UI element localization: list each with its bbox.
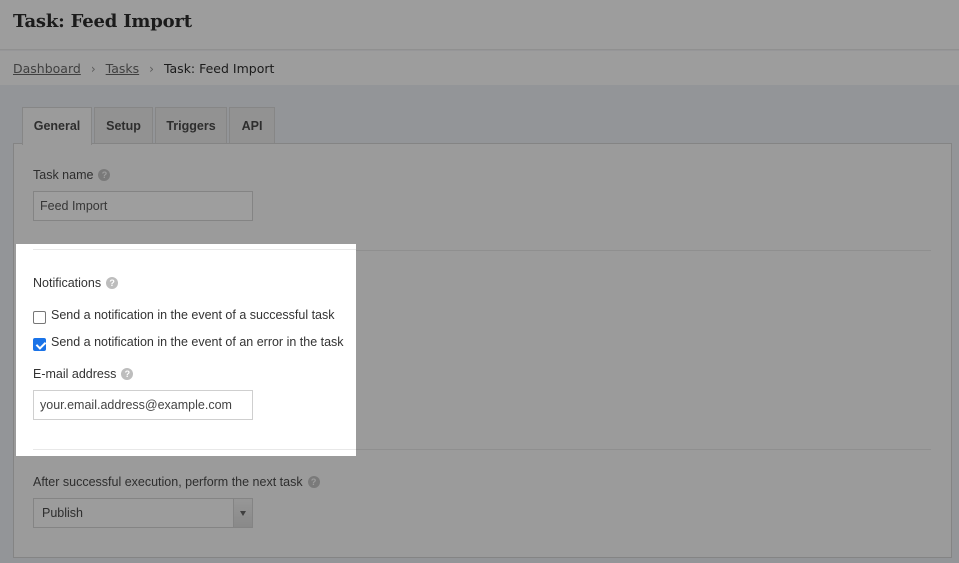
next-task-selected-value: Publish xyxy=(42,506,83,520)
separator xyxy=(33,449,356,450)
notifications-label-text: Notifications xyxy=(33,276,102,290)
next-task-label: After successful execution, perform the … xyxy=(33,475,320,489)
chevron-right-icon: › xyxy=(90,61,96,76)
help-icon[interactable]: ? xyxy=(98,169,111,181)
help-icon[interactable]: ? xyxy=(307,476,320,488)
tab-setup[interactable]: Setup xyxy=(94,107,153,144)
task-name-input[interactable] xyxy=(33,191,253,221)
notifications-section: Notifications ? Send a notification in t… xyxy=(16,244,356,456)
notify-error-option[interactable]: Send a notification in the event of an e… xyxy=(33,335,344,351)
notify-error-checkbox[interactable] xyxy=(33,338,46,351)
email-input[interactable] xyxy=(33,390,253,420)
notify-success-label: Send a notification in the event of a su… xyxy=(51,308,335,322)
next-task-label-text: After successful execution, perform the … xyxy=(33,475,303,489)
breadcrumb: Dashboard › Tasks › Task: Feed Import xyxy=(13,61,274,76)
next-task-select[interactable]: Publish xyxy=(33,498,253,528)
triangle-down-icon[interactable] xyxy=(233,499,252,527)
notify-error-label: Send a notification in the event of an e… xyxy=(51,335,344,349)
tab-triggers[interactable]: Triggers xyxy=(155,107,227,144)
task-name-label: Task name ? xyxy=(33,168,111,182)
tab-general[interactable]: General xyxy=(22,107,92,145)
tab-api[interactable]: API xyxy=(229,107,275,144)
breadcrumb-current: Task: Feed Import xyxy=(163,61,275,76)
notify-success-checkbox[interactable] xyxy=(33,311,46,324)
separator xyxy=(33,249,356,250)
task-name-label-text: Task name xyxy=(33,168,94,182)
notifications-label: Notifications ? xyxy=(33,276,119,290)
email-label: E-mail address ? xyxy=(33,367,134,381)
email-label-text: E-mail address xyxy=(33,367,117,381)
chevron-right-icon: › xyxy=(149,61,154,76)
help-icon[interactable]: ? xyxy=(106,277,119,289)
page-title: Task: Feed Import xyxy=(13,11,192,32)
breadcrumb-bar: Dashboard › Tasks › Task: Feed Import xyxy=(0,51,959,85)
page-header: Task: Feed Import xyxy=(0,0,959,50)
breadcrumb-tasks[interactable]: Tasks xyxy=(106,61,140,76)
breadcrumb-dashboard[interactable]: Dashboard xyxy=(13,61,81,76)
notify-success-option[interactable]: Send a notification in the event of a su… xyxy=(33,308,335,324)
tab-bar: General Setup Triggers API xyxy=(22,107,275,145)
help-icon[interactable]: ? xyxy=(121,368,134,380)
